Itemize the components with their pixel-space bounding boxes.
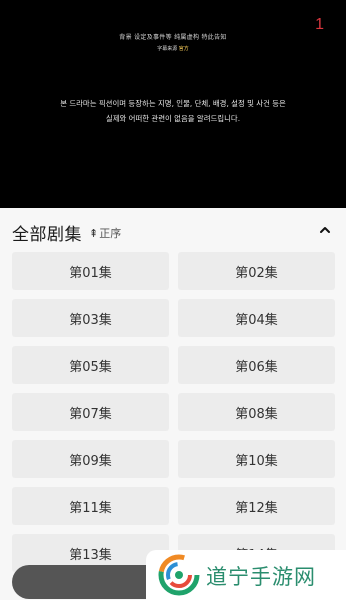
site-logo-icon [158, 554, 200, 596]
episode-button[interactable]: 第09集 [12, 440, 169, 478]
site-watermark: 道宁手游网 [146, 550, 346, 600]
disclaimer-line-2: 실제와 어떠한 관련이 없음을 알려드립니다. [105, 114, 241, 123]
top-caption: 背景 设定及事件等 纯属虚构 特此告知 字幕来源 官方 [0, 32, 346, 52]
watermark-text: 道宁手游网 [206, 565, 316, 589]
disclaimer-line-1: 본 드라마는 픽션이며 등장하는 지명, 인물, 단체, 배경, 설정 및 사건… [60, 99, 286, 108]
caption-prefix: 字幕来源 [157, 46, 179, 52]
episode-button[interactable]: 第10集 [178, 440, 335, 478]
panel-header: 全部剧集 ⇞ 正序 [12, 220, 334, 245]
episode-button[interactable]: 第06集 [178, 346, 335, 384]
chevron-up-icon[interactable] [318, 225, 332, 235]
sort-label: 正序 [99, 227, 122, 240]
episode-button[interactable]: 第01集 [12, 252, 169, 290]
episode-button[interactable]: 第12集 [178, 487, 335, 525]
disclaimer: 본 드라마는 픽션이며 등장하는 지명, 인물, 단체, 배경, 설정 및 사건… [0, 96, 346, 126]
video-player[interactable]: 1 背景 设定及事件等 纯属虚构 特此告知 字幕来源 官方 본 드라마는 픽션이… [0, 0, 346, 208]
caption-line-1: 背景 设定及事件等 纯属虚构 特此告知 [119, 34, 227, 41]
episode-button[interactable]: 第03集 [12, 299, 169, 337]
sort-ascending-icon: ⇞ [89, 226, 99, 240]
episode-button[interactable]: 第07集 [12, 393, 169, 431]
episode-button[interactable]: 第08集 [178, 393, 335, 431]
sort-toggle[interactable]: ⇞ 正序 [89, 225, 121, 241]
panel-title: 全部剧集 [12, 225, 82, 245]
episode-button[interactable]: 第11集 [12, 487, 169, 525]
episode-grid: 第01集 第02集 第03集 第04集 第05集 第06集 第07集 第08集 第09集 第10集… [12, 252, 335, 600]
episode-panel: 全部剧集 ⇞ 正序 第01集 第02集 第03集 第04集 第05集 第06集 第07集 第0… [0, 208, 346, 600]
episode-button[interactable]: 第05集 [12, 346, 169, 384]
episode-button[interactable]: 第04集 [178, 299, 335, 337]
episode-button[interactable]: 第02集 [178, 252, 335, 290]
caption-highlight: 官方 [178, 46, 189, 52]
caption-line-2: 字幕来源 官方 [0, 45, 346, 52]
